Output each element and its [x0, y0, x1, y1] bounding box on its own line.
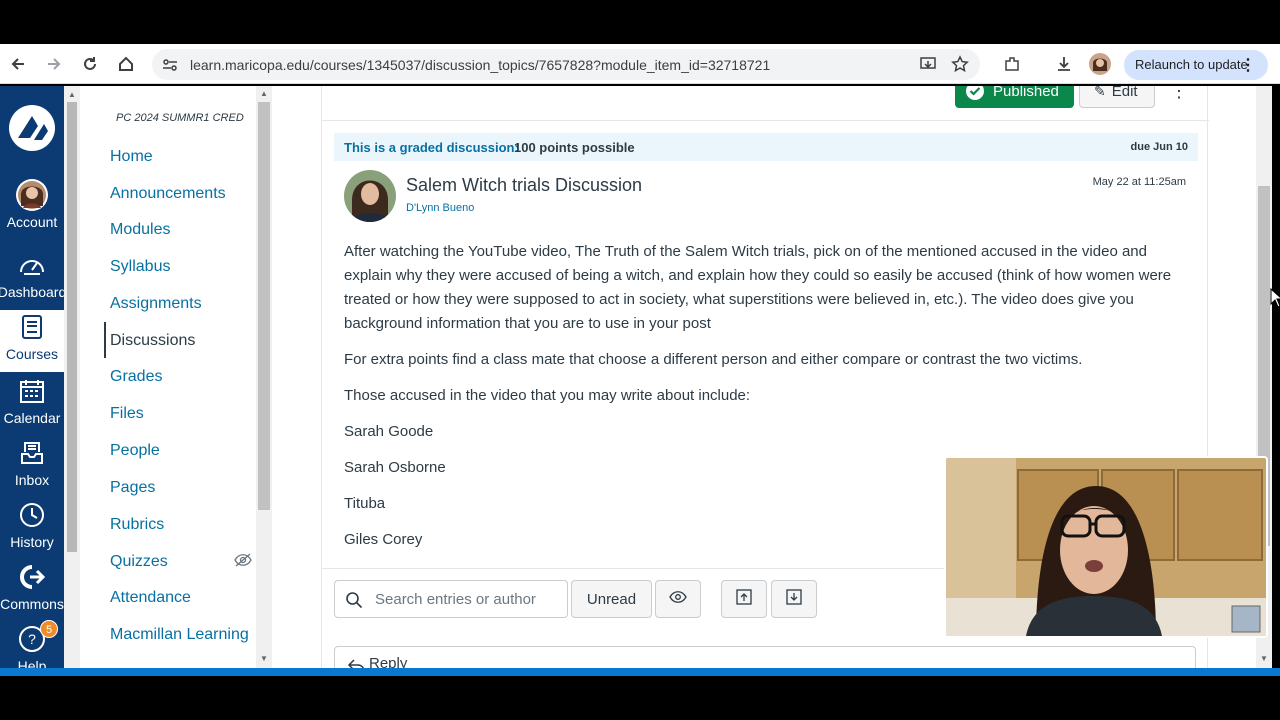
- install-app-icon[interactable]: [916, 52, 940, 76]
- commons-icon: [18, 560, 46, 594]
- course-nav-attendance[interactable]: Attendance: [110, 589, 191, 607]
- scroll-down-arrow-icon[interactable]: ▼: [260, 654, 268, 663]
- scroll-up-arrow-icon[interactable]: ▲: [260, 89, 268, 98]
- scroll-down-arrow-icon[interactable]: ▼: [1260, 654, 1268, 663]
- url-text: learn.maricopa.edu/courses/1345037/discu…: [190, 57, 771, 73]
- discussion-paragraph: After watching the YouTube video, The Tr…: [344, 243, 1172, 332]
- left-scrollbar[interactable]: ▲: [64, 86, 80, 668]
- bookmark-star-icon[interactable]: [948, 52, 972, 76]
- maricopa-logo-icon[interactable]: [8, 104, 56, 152]
- course-nav-people[interactable]: People: [110, 442, 160, 460]
- course-nav-discussions[interactable]: Discussions: [110, 332, 195, 350]
- reload-icon[interactable]: [78, 52, 102, 76]
- check-circle-icon: [965, 86, 985, 101]
- nav-commons[interactable]: Commons: [0, 560, 64, 622]
- course-nav-rubrics[interactable]: Rubrics: [110, 516, 164, 534]
- search-entries-input[interactable]: Search entries or author: [334, 580, 568, 618]
- taskbar-strip: [0, 668, 1280, 676]
- accused-name: Sarah Goode: [344, 423, 434, 440]
- author-avatar[interactable]: [344, 170, 396, 222]
- svg-text:?: ?: [28, 631, 36, 647]
- course-nav-syllabus[interactable]: Syllabus: [110, 258, 170, 276]
- site-info-icon[interactable]: [162, 57, 178, 78]
- kebab-menu-icon[interactable]: ⋮: [1240, 55, 1256, 75]
- course-navigation: ▲ PC 2024 SUMMR1 CRED Home Announcements…: [64, 86, 272, 668]
- nav-courses[interactable]: Courses: [0, 310, 64, 372]
- eye-icon: [669, 590, 687, 608]
- active-indicator: [104, 322, 106, 358]
- reply-button[interactable]: Reply: [334, 646, 1196, 668]
- collapse-replies-button[interactable]: [721, 580, 767, 618]
- course-nav-grades[interactable]: Grades: [110, 368, 162, 386]
- course-nav-files[interactable]: Files: [110, 405, 144, 423]
- calendar-icon: [19, 374, 45, 408]
- view-toggle-button[interactable]: [655, 580, 701, 618]
- discussion-paragraph: For extra points find a class mate that …: [344, 351, 1083, 368]
- nav-help[interactable]: ? 5 Help: [0, 620, 64, 668]
- extensions-icon[interactable]: [1000, 52, 1024, 76]
- forward-icon[interactable]: [42, 52, 66, 76]
- reply-arrow-icon: [347, 658, 365, 668]
- presenter-webcam-video: [944, 456, 1268, 638]
- account-avatar: [15, 178, 49, 212]
- nav-calendar[interactable]: Calendar: [0, 374, 64, 436]
- due-date: due Jun 10: [1130, 141, 1188, 153]
- nav-inbox[interactable]: Inbox: [0, 436, 64, 498]
- divider: [322, 120, 1209, 121]
- back-icon[interactable]: [6, 52, 30, 76]
- course-nav-pages[interactable]: Pages: [110, 479, 155, 497]
- browser-toolbar: learn.maricopa.edu/courses/1345037/discu…: [0, 44, 1280, 84]
- discussion-title: Salem Witch trials Discussion: [406, 175, 643, 195]
- course-nav-quizzes[interactable]: Quizzes: [110, 553, 168, 571]
- upload-box-icon: [736, 588, 752, 610]
- course-nav-modules[interactable]: Modules: [110, 221, 170, 239]
- help-badge: 5: [40, 620, 58, 638]
- course-nav-home[interactable]: Home: [110, 148, 153, 166]
- graded-discussion-banner: This is a graded discussion: 100 points …: [334, 133, 1198, 161]
- more-options-icon[interactable]: ⋮: [1163, 86, 1195, 108]
- left-scrollbar-thumb[interactable]: [67, 102, 77, 552]
- download-box-icon: [786, 588, 802, 610]
- hidden-eye-icon: [234, 553, 252, 572]
- downloads-icon[interactable]: [1052, 52, 1076, 76]
- course-nav-scrollbar-thumb[interactable]: [258, 102, 270, 510]
- courses-icon: [20, 310, 44, 344]
- author-name[interactable]: D'Lynn Bueno: [406, 202, 474, 214]
- pencil-icon: ✎: [1094, 86, 1106, 99]
- course-code: PC 2024 SUMMR1 CRED: [116, 112, 244, 124]
- course-nav-scrollbar[interactable]: ▲ ▼: [256, 86, 272, 668]
- home-icon[interactable]: [114, 52, 138, 76]
- nav-dashboard[interactable]: Dashboard: [0, 248, 64, 310]
- unread-filter-button[interactable]: Unread: [571, 580, 652, 618]
- dashboard-icon: [18, 248, 46, 282]
- nav-history[interactable]: History: [0, 498, 64, 560]
- profile-avatar[interactable]: [1088, 52, 1112, 76]
- scroll-up-arrow-icon[interactable]: ▲: [68, 90, 76, 99]
- course-nav-macmillan-learning[interactable]: Macmillan Learning: [110, 626, 249, 644]
- search-icon: [345, 591, 363, 614]
- history-icon: [19, 498, 45, 532]
- global-navigation: Account Dashboard Courses Calendar Inbox: [0, 86, 64, 668]
- help-icon: ? 5: [18, 620, 58, 656]
- course-nav-assignments[interactable]: Assignments: [110, 295, 202, 313]
- address-bar[interactable]: learn.maricopa.edu/courses/1345037/discu…: [152, 49, 980, 80]
- course-nav-announcements[interactable]: Announcements: [110, 185, 226, 203]
- discussion-paragraph: Those accused in the video that you may …: [344, 387, 751, 404]
- published-button[interactable]: Published: [955, 86, 1074, 108]
- edit-button[interactable]: ✎ Edit: [1079, 86, 1155, 108]
- inbox-icon: [19, 436, 45, 470]
- expand-replies-button[interactable]: [771, 580, 817, 618]
- mouse-cursor-icon: [1270, 287, 1280, 313]
- relaunch-button[interactable]: Relaunch to update ⋮: [1124, 50, 1268, 80]
- posted-date: May 22 at 11:25am: [1092, 176, 1186, 188]
- screen: learn.maricopa.edu/courses/1345037/discu…: [0, 0, 1280, 720]
- nav-account[interactable]: Account: [0, 178, 64, 240]
